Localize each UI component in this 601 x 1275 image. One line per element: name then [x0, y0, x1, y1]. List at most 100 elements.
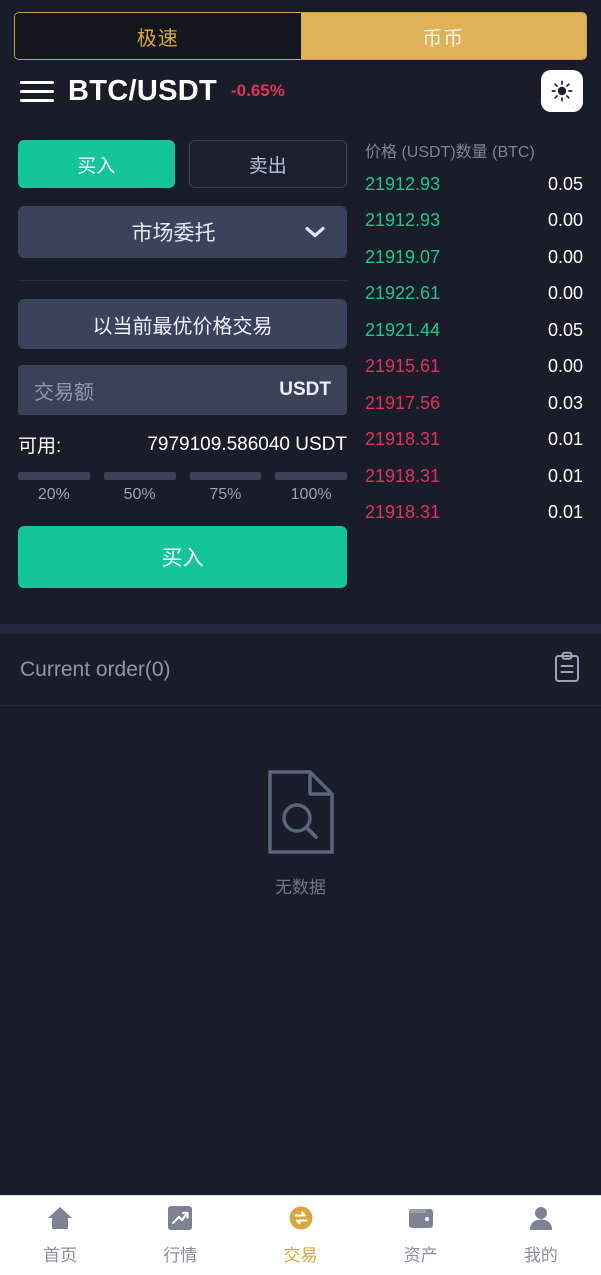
mode-tabs: 极速 币币	[14, 12, 587, 60]
order-book-price-header: 价格 (USDT)	[365, 144, 456, 161]
percent-label: 75%	[209, 486, 242, 503]
nav-label-markets: 行情	[163, 1246, 198, 1265]
order-type-dropdown[interactable]: 市场委托	[18, 206, 347, 258]
tab-fast-label: 极速	[136, 27, 179, 50]
order-book-amount: 0.03	[547, 392, 583, 413]
market-price-note: 以当前最优价格交易	[18, 299, 347, 349]
order-book-amount: 0.01	[547, 429, 583, 450]
nav-label-home: 首页	[43, 1246, 78, 1265]
current-orders-title: Current order(0)	[20, 657, 171, 681]
order-book-amount: 0.00	[547, 283, 583, 304]
order-book-amount: 0.05	[547, 319, 583, 340]
home-icon	[46, 1205, 74, 1236]
amount-unit-label: USDT	[279, 379, 331, 400]
nav-item-home[interactable]: 首页	[0, 1205, 120, 1266]
tab-fast[interactable]: 极速	[15, 13, 301, 59]
submit-buy-label: 买入	[161, 547, 204, 570]
empty-state: 无数据	[0, 706, 601, 1195]
section-divider-band	[0, 624, 601, 634]
order-book-header: 价格 (USDT) 数量 (BTC)	[365, 132, 583, 166]
page-header: BTC/USDT -0.65%	[0, 60, 601, 122]
percent-bar	[275, 472, 347, 480]
order-book-row[interactable]: 21919.07 0.00	[365, 239, 583, 276]
buy-tab-button[interactable]: 买入	[18, 140, 175, 188]
market-price-note-label: 以当前最优价格交易	[92, 315, 273, 338]
order-book-price: 21918.31	[365, 502, 441, 523]
order-book-price: 21922.61	[365, 283, 441, 304]
tab-spot-label: 币币	[422, 27, 465, 50]
percent-option-75[interactable]: 75%	[189, 472, 262, 504]
order-book-row[interactable]: 21915.61 0.00	[365, 349, 583, 386]
nav-item-profile[interactable]: 我的	[481, 1205, 601, 1266]
percent-label: 20%	[37, 486, 70, 503]
percent-option-50[interactable]: 50%	[103, 472, 176, 504]
percent-label: 50%	[123, 486, 156, 503]
page-title: BTC/USDT	[68, 74, 217, 107]
clipboard-icon[interactable]	[553, 651, 581, 688]
order-book-price: 21912.93	[365, 173, 441, 194]
order-form: 买入 卖出 市场委托 以当前最优价格交易 交易额 USDT 可用: 797910…	[0, 132, 365, 588]
order-book-row[interactable]: 21918.31 0.01	[365, 495, 583, 532]
order-book-price: 21918.31	[365, 429, 441, 450]
order-book-price: 21915.61	[365, 356, 441, 377]
mode-tabs-wrapper: 极速 币币	[0, 0, 601, 60]
order-book-row[interactable]: 21917.56 0.03	[365, 385, 583, 422]
hamburger-icon[interactable]	[20, 80, 54, 102]
percent-option-20[interactable]: 20%	[18, 472, 90, 504]
file-search-icon	[264, 768, 338, 861]
order-book-amount: 0.00	[547, 356, 583, 377]
submit-buy-button[interactable]: 买入	[18, 526, 347, 588]
order-book-price: 21918.31	[365, 465, 441, 486]
order-book-amount: 0.01	[547, 465, 583, 486]
order-book-amount: 0.05	[547, 173, 583, 194]
order-book-rows: 21912.93 0.05 21912.93 0.00 21919.07 0.00 2192…	[365, 166, 583, 531]
order-book-row[interactable]: 21912.93 0.05	[365, 166, 583, 203]
order-book-row[interactable]: 21918.31 0.01	[365, 422, 583, 459]
nav-item-trade[interactable]: 交易	[240, 1205, 360, 1266]
form-divider	[18, 280, 347, 281]
nav-item-assets[interactable]: 资产	[361, 1205, 481, 1266]
percent-bar	[18, 472, 90, 480]
chevron-down-icon	[301, 226, 329, 238]
percent-option-100[interactable]: 100%	[275, 472, 347, 504]
order-book-price: 21921.44	[365, 319, 441, 340]
sell-tab-button[interactable]: 卖出	[188, 140, 347, 188]
order-book-amount: 0.00	[547, 246, 583, 267]
price-change-badge: -0.65%	[231, 81, 285, 100]
percent-selector: 20% 50% 75% 100%	[18, 472, 347, 504]
side-toggle: 买入 卖出	[18, 140, 347, 188]
order-book-amount: 0.00	[547, 210, 583, 231]
order-book-price: 21919.07	[365, 246, 441, 267]
percent-label: 100%	[290, 486, 332, 503]
amount-input[interactable]: 交易额 USDT	[18, 365, 347, 415]
order-book-row[interactable]: 21921.44 0.05	[365, 312, 583, 349]
order-book-row[interactable]: 21918.31 0.01	[365, 458, 583, 495]
buy-tab-label: 买入	[77, 155, 116, 177]
order-book-amount-header: 数量 (BTC)	[455, 144, 535, 161]
sun-icon[interactable]	[541, 70, 583, 112]
order-book: 价格 (USDT) 数量 (BTC) 21912.93 0.05 21912.93 0…	[365, 132, 601, 588]
nav-item-markets[interactable]: 行情	[120, 1205, 240, 1266]
current-orders-header: Current order(0)	[0, 634, 601, 706]
chart-icon	[166, 1205, 194, 1236]
percent-bar	[189, 472, 262, 480]
available-value: 7979109.586040 USDT	[147, 433, 347, 455]
trade-body: 买入 卖出 市场委托 以当前最优价格交易 交易额 USDT 可用: 797910…	[0, 122, 601, 588]
trading-app-screen: 极速 币币 BTC/USDT -0.65% 买入 卖出 市场委托 以当前最优价格…	[0, 0, 601, 1275]
tab-spot[interactable]: 币币	[300, 13, 586, 59]
nav-label-trade: 交易	[283, 1246, 318, 1265]
wallet-icon	[407, 1205, 435, 1236]
order-type-value: 市场委托	[131, 222, 216, 245]
swap-icon	[287, 1205, 315, 1236]
available-balance-row: 可用: 7979109.586040 USDT	[18, 431, 347, 458]
order-book-amount: 0.01	[547, 502, 583, 523]
order-book-price: 21917.56	[365, 392, 441, 413]
nav-label-profile: 我的	[523, 1246, 558, 1265]
order-book-row[interactable]: 21922.61 0.00	[365, 276, 583, 313]
nav-label-assets: 资产	[403, 1246, 438, 1265]
percent-bar	[103, 472, 176, 480]
order-book-row[interactable]: 21912.93 0.00	[365, 203, 583, 240]
sell-tab-label: 卖出	[248, 155, 287, 177]
bottom-navigation: 首页 行情 交易 资产 我的	[0, 1195, 601, 1275]
empty-state-label: 无数据	[275, 878, 326, 897]
